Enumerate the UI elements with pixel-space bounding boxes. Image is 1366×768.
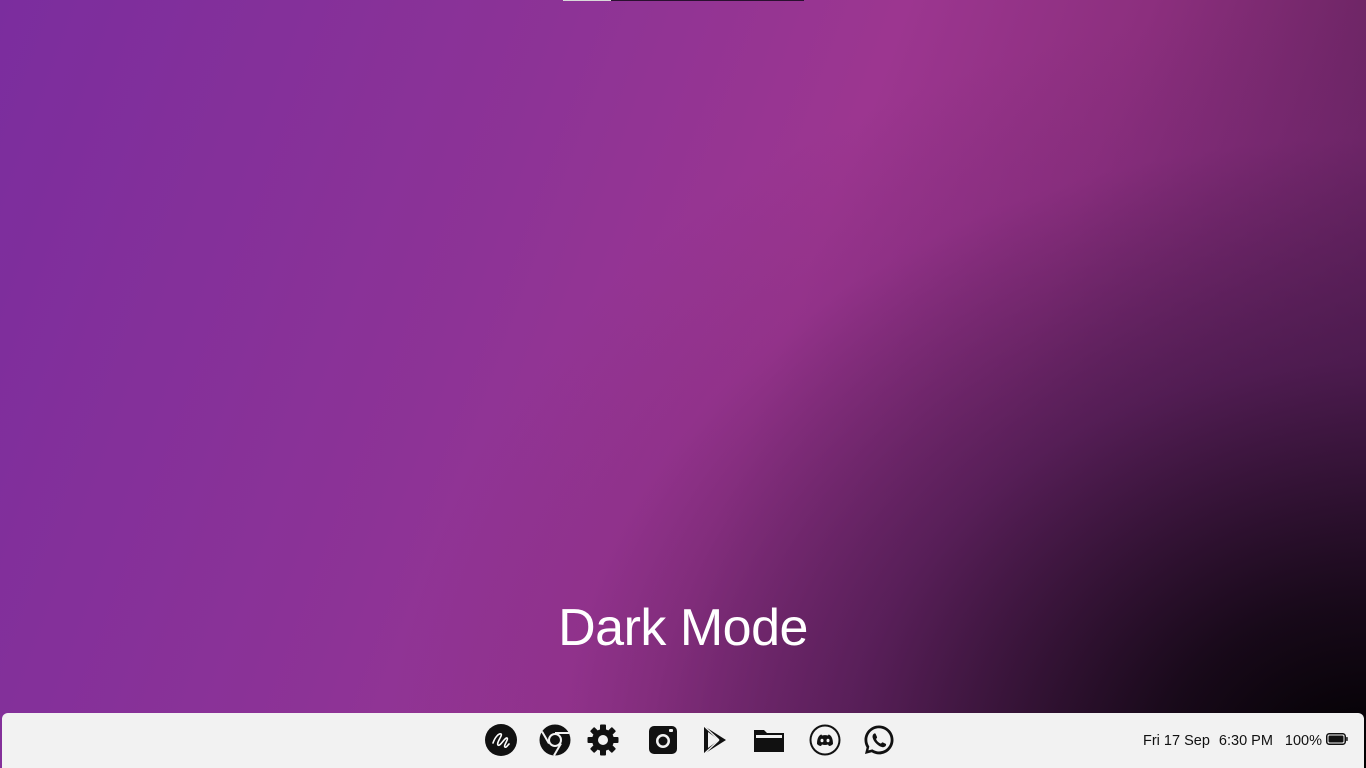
taskbar: Fri 17 Sep 6:30 PM 100% [2, 713, 1364, 768]
camera-icon[interactable] [645, 722, 681, 758]
whatsapp-icon[interactable] [861, 722, 897, 758]
gear-icon[interactable] [585, 722, 621, 758]
scribble-icon[interactable] [483, 722, 519, 758]
system-tray[interactable]: Fri 17 Sep 6:30 PM 100% [1143, 713, 1348, 768]
discord-icon[interactable] [807, 722, 843, 758]
chrome-icon[interactable] [537, 722, 573, 758]
time-label: 6:30 PM [1218, 732, 1273, 749]
desktop: Dark Mode Fri 17 Sep 6:30 PM 100% [0, 0, 1366, 768]
desktop-mode-label: Dark Mode [558, 599, 808, 657]
play-store-icon[interactable] [696, 722, 732, 758]
folder-icon[interactable] [751, 722, 787, 758]
battery-percentage: 100% [1284, 732, 1322, 749]
top-swipe-indicator [563, 0, 804, 2]
date-label: Fri 17 Sep [1143, 732, 1210, 749]
battery-icon [1326, 732, 1348, 749]
